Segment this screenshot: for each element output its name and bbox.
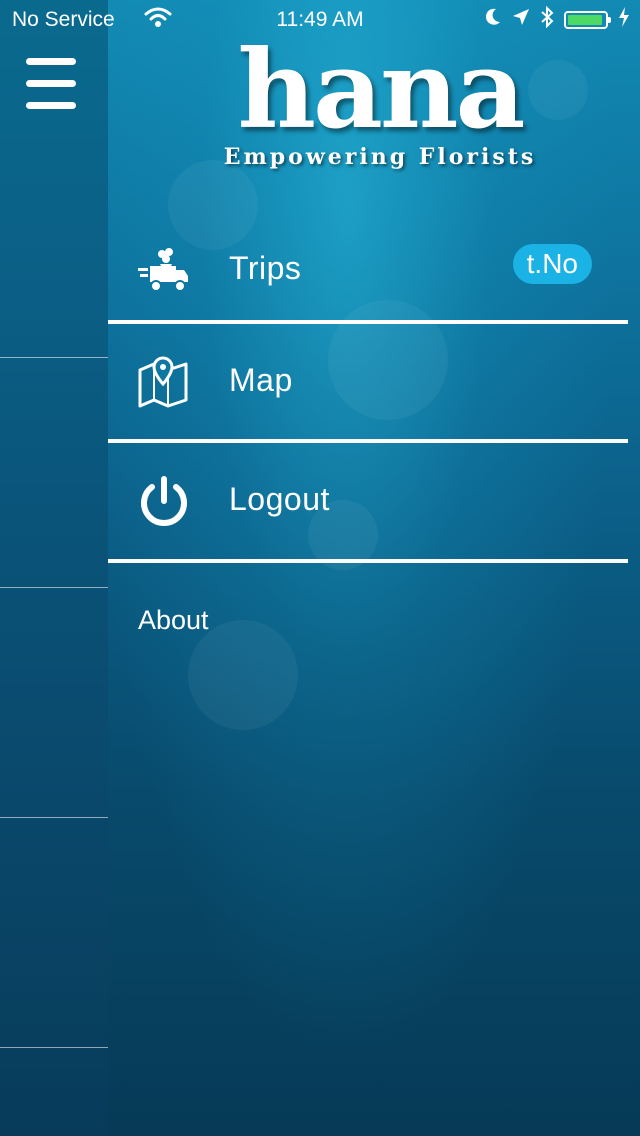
hana-logo: hana Empowering Florists — [190, 27, 570, 180]
power-icon — [136, 473, 192, 529]
menu-item-label: Map — [229, 362, 293, 398]
menu-item-label: Trips — [229, 250, 302, 286]
map-pin-icon — [136, 354, 192, 410]
list-divider — [0, 817, 108, 818]
logo-wordmark: hana — [237, 27, 526, 153]
list-divider — [0, 587, 108, 588]
flower-decoration — [188, 620, 298, 730]
logo-tagline: Empowering Florists — [223, 144, 537, 170]
trip-number-badge: t.No — [512, 244, 592, 284]
list-divider — [0, 1047, 108, 1048]
battery-icon — [564, 11, 611, 29]
menu-item-map[interactable]: Map — [108, 324, 628, 440]
menu-divider — [108, 559, 628, 563]
hamburger-menu-icon[interactable] — [26, 58, 76, 110]
menu-item-label: Logout — [229, 481, 330, 517]
bluetooth-icon — [540, 5, 554, 34]
list-divider — [0, 357, 108, 358]
menu-item-trips[interactable]: Trips t.No — [108, 212, 628, 328]
about-link[interactable]: About — [138, 605, 209, 636]
charging-bolt-icon — [618, 7, 630, 33]
delivery-truck-icon — [136, 242, 192, 298]
underlying-screen — [0, 0, 108, 1136]
menu-item-logout[interactable]: Logout — [108, 443, 628, 559]
